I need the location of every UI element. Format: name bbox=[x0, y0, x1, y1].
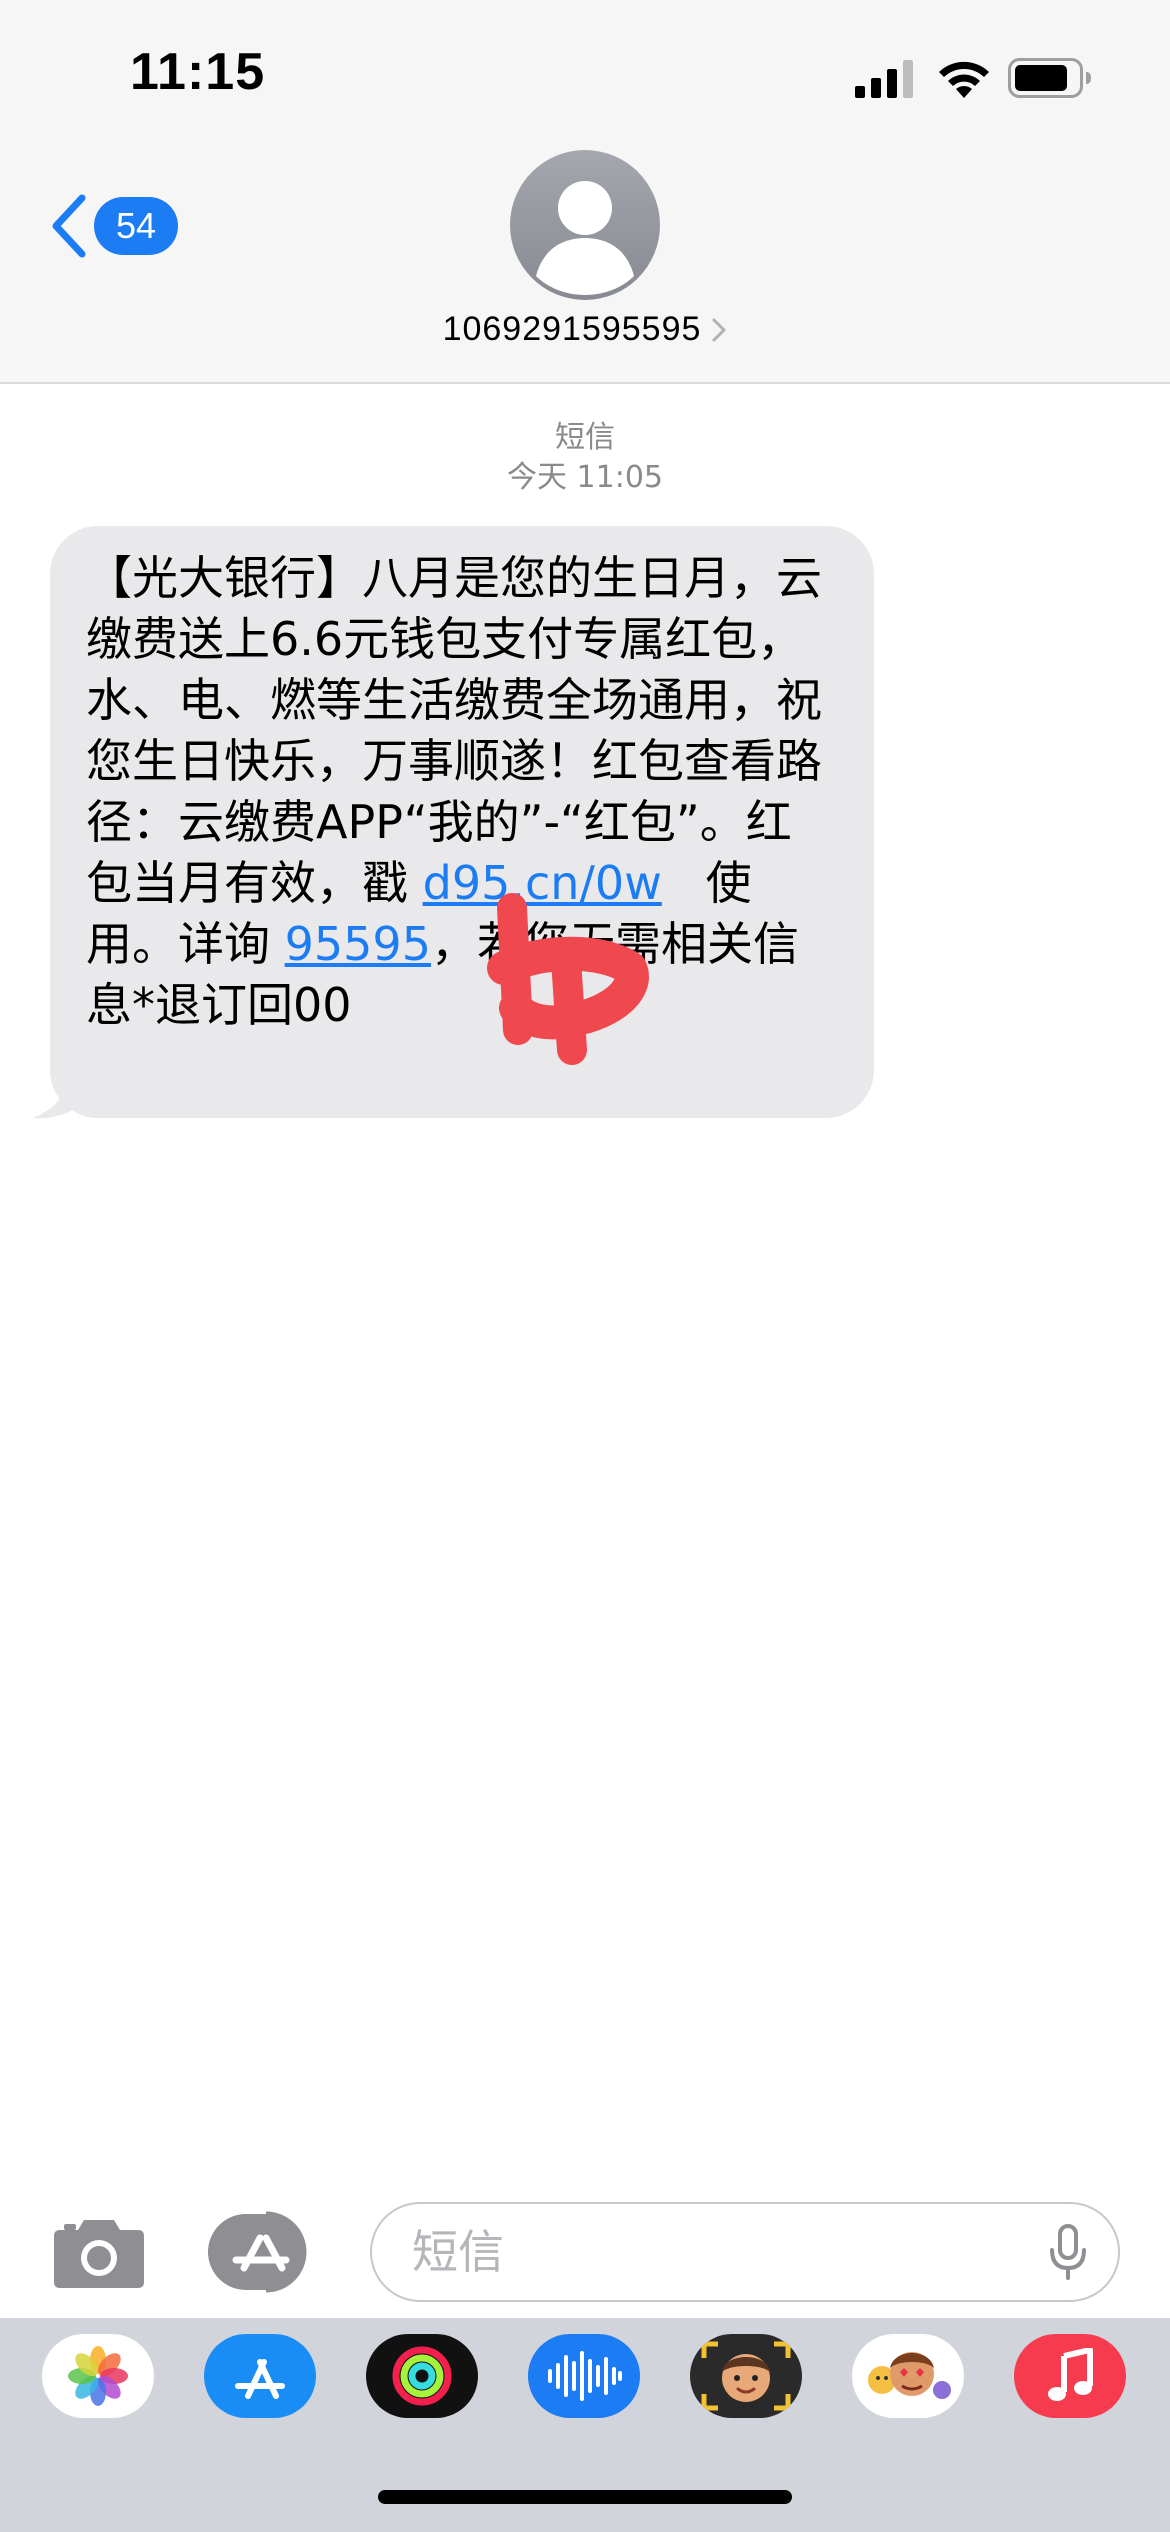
unread-count-badge: 54 bbox=[94, 197, 178, 255]
memoji-app-icon[interactable] bbox=[690, 2334, 802, 2418]
conversation-header: 11:15 54 1069291595595 bbox=[0, 0, 1170, 384]
memoji-face-icon bbox=[701, 2341, 791, 2411]
message-text: 【光大银行】八月是您的生日月，云缴费送上6.6元钱包支付专属红包，水、电、燃等生… bbox=[86, 548, 836, 1036]
photos-app-icon[interactable] bbox=[42, 2334, 154, 2418]
music-app-icon[interactable] bbox=[1014, 2334, 1126, 2418]
app-store-apps-icon[interactable] bbox=[206, 2210, 322, 2294]
time-label: 今天 11:05 bbox=[507, 460, 663, 495]
back-button[interactable]: 54 bbox=[46, 188, 178, 264]
received-message-bubble[interactable]: 【光大银行】八月是您的生日月，云缴费送上6.6元钱包支付专属红包，水、电、燃等生… bbox=[50, 526, 874, 1118]
audio-message-app-icon[interactable] bbox=[528, 2334, 640, 2418]
service-label: 短信 bbox=[555, 420, 615, 455]
camera-icon[interactable] bbox=[52, 2214, 146, 2290]
contact-number: 1069291595595 bbox=[442, 310, 702, 348]
audio-waveform-icon bbox=[548, 2351, 622, 2401]
photos-flower-icon bbox=[68, 2346, 128, 2406]
chevron-left-icon bbox=[52, 194, 86, 258]
message-timestamp: 短信 今天 11:05 bbox=[0, 418, 1170, 498]
music-note-icon bbox=[1048, 2348, 1093, 2401]
home-indicator[interactable] bbox=[378, 2490, 792, 2504]
message-input-field[interactable] bbox=[370, 2202, 1120, 2302]
contact-details-button[interactable]: 1069291595595 bbox=[0, 310, 1170, 349]
person-icon bbox=[536, 181, 634, 295]
activity-rings-icon bbox=[392, 2346, 452, 2406]
battery-icon bbox=[1008, 58, 1091, 98]
message-phone-link[interactable]: 95595 bbox=[285, 917, 431, 971]
sticker-faces-icon bbox=[868, 2352, 951, 2399]
wifi-icon bbox=[939, 61, 989, 98]
contact-avatar[interactable] bbox=[510, 150, 660, 300]
message-input[interactable] bbox=[410, 2224, 1048, 2280]
chevron-right-icon bbox=[712, 318, 726, 341]
status-time: 11:15 bbox=[130, 43, 266, 101]
memoji-stickers-app-icon[interactable] bbox=[852, 2334, 964, 2418]
activity-app-icon[interactable] bbox=[366, 2334, 478, 2418]
app-store-app-icon[interactable] bbox=[204, 2334, 316, 2418]
cellular-signal-icon bbox=[855, 60, 913, 98]
app-store-glyph-icon bbox=[235, 2359, 285, 2399]
microphone-icon[interactable] bbox=[1048, 2224, 1088, 2280]
redaction-scribble bbox=[487, 893, 649, 1065]
